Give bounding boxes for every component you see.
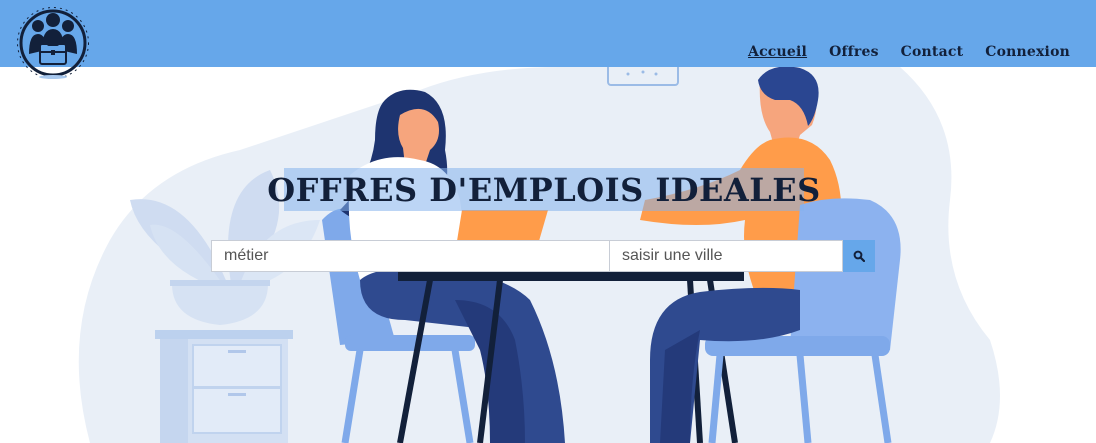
search-button[interactable] bbox=[843, 240, 875, 272]
city-search-input[interactable] bbox=[610, 240, 843, 272]
hero-title-banner: OFFRES D'EMPLOIS IDEALES bbox=[267, 168, 820, 211]
job-search-input[interactable] bbox=[211, 240, 610, 272]
search-icon bbox=[853, 250, 865, 262]
nav-link-connexion[interactable]: Connexion bbox=[985, 44, 1070, 60]
main-nav: Accueil Offres Contact Connexion bbox=[748, 44, 1070, 60]
nav-link-contact[interactable]: Contact bbox=[901, 44, 964, 60]
site-logo[interactable] bbox=[16, 6, 90, 80]
briefcase-people-icon bbox=[17, 7, 89, 79]
hero-title: OFFRES D'EMPLOIS IDEALES bbox=[267, 170, 821, 209]
nav-link-accueil[interactable]: Accueil bbox=[748, 44, 807, 60]
nav-link-offres[interactable]: Offres bbox=[829, 44, 879, 60]
job-search-bar bbox=[211, 240, 875, 272]
